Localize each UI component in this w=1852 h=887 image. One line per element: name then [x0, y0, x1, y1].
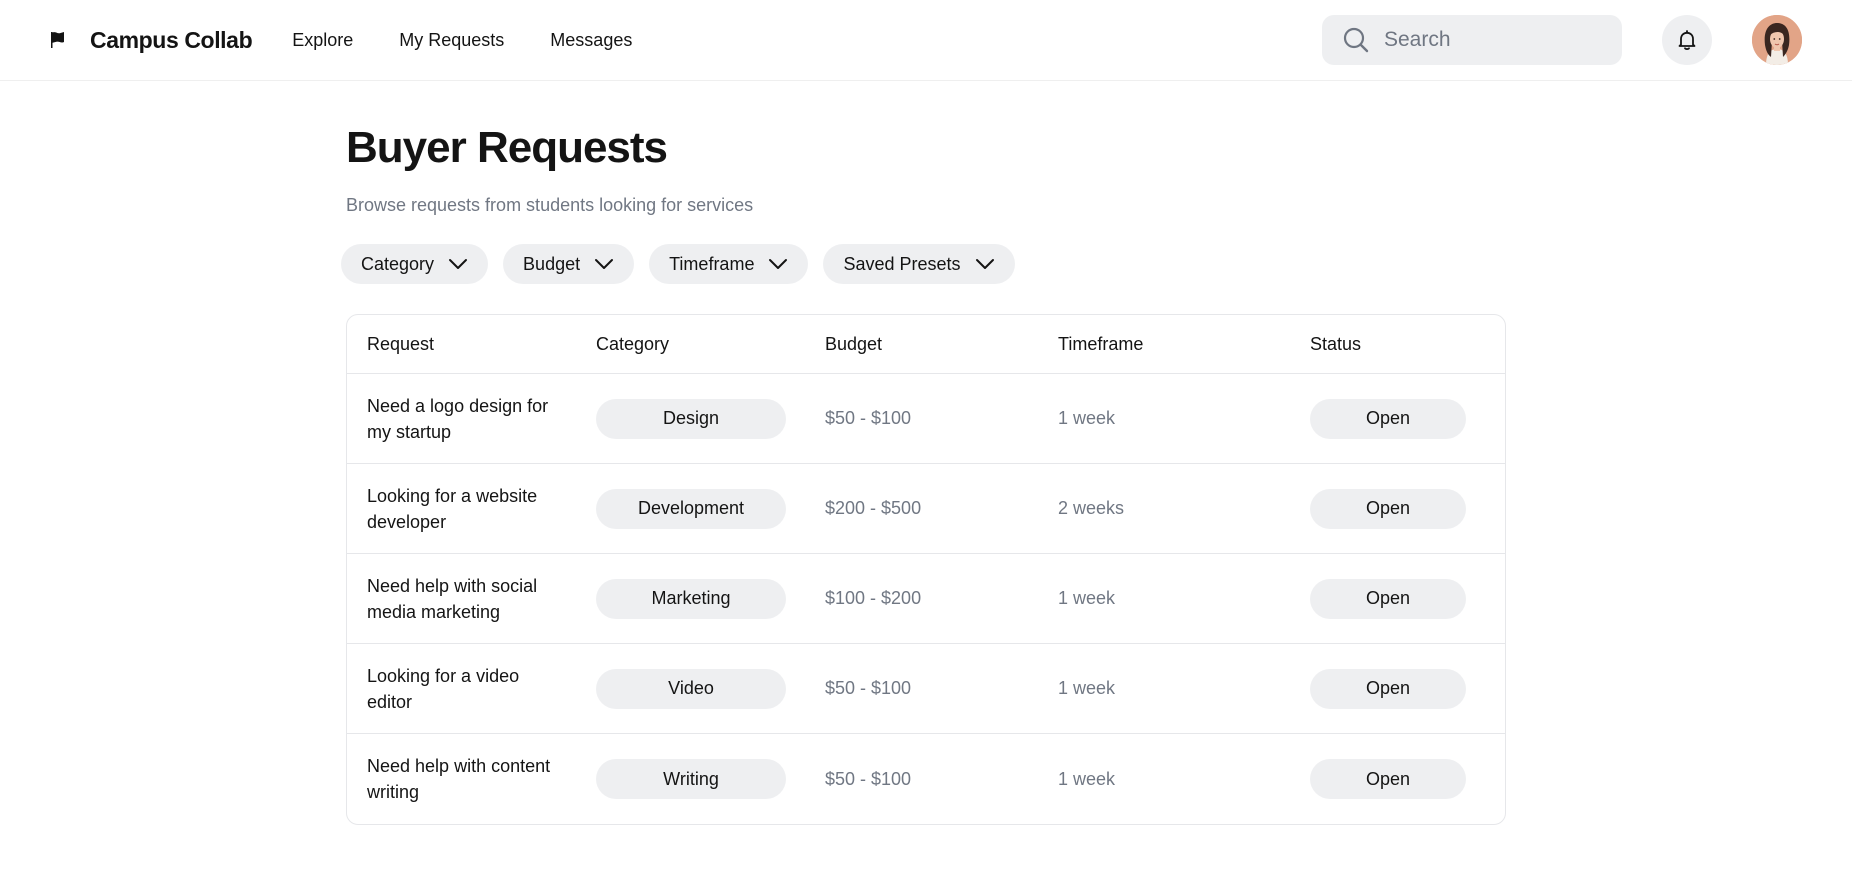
table-row[interactable]: Looking for a website developer Developm… — [347, 464, 1505, 554]
page-subtitle: Browse requests from students looking fo… — [346, 195, 754, 215]
request-title[interactable]: Need a logo design for my startup — [367, 393, 567, 445]
brand-name: Campus Collab — [90, 26, 253, 53]
column-header-category: Category — [596, 333, 670, 354]
budget-value: $50 - $100 — [825, 678, 912, 698]
column-header-timeframe: Timeframe — [1058, 333, 1144, 354]
filter-saved-presets-button[interactable]: Saved Presets — [823, 244, 1015, 284]
status-badge[interactable]: Open — [1310, 759, 1466, 799]
notifications-button[interactable] — [1662, 15, 1712, 65]
timeframe-value: 1 week — [1058, 408, 1116, 428]
status-badge[interactable]: Open — [1310, 578, 1466, 619]
category-tag: Video — [596, 668, 786, 709]
main-content: Buyer Requests Browse requests from stud… — [341, 81, 1506, 825]
top-navbar: Campus Collab Explore My Requests Messag… — [0, 0, 1852, 81]
filter-label: Timeframe — [669, 253, 755, 274]
nav-link-messages[interactable]: Messages — [550, 30, 632, 51]
timeframe-value: 1 week — [1058, 768, 1116, 789]
user-avatar[interactable] — [1752, 15, 1802, 65]
filter-label: Budget — [523, 253, 581, 274]
category-tag: Development — [596, 488, 786, 529]
flag-icon — [48, 30, 68, 50]
chevron-down-icon — [975, 258, 995, 270]
nav-link-my-requests[interactable]: My Requests — [399, 30, 504, 51]
filter-category-button[interactable]: Category — [341, 244, 489, 284]
budget-value: $50 - $100 — [825, 408, 912, 428]
table-row[interactable]: Need help with content writing Writing $… — [347, 734, 1505, 824]
timeframe-value: 2 weeks — [1058, 498, 1125, 518]
chevron-down-icon — [768, 258, 788, 270]
column-header-status: Status — [1310, 333, 1362, 354]
budget-value: $200 - $500 — [825, 498, 922, 518]
chevron-down-icon — [594, 258, 614, 270]
column-header-request: Request — [367, 333, 435, 354]
requests-table: Request Category Budget Timeframe Status… — [346, 314, 1506, 825]
category-tag: Writing — [596, 759, 786, 799]
timeframe-value: 1 week — [1058, 588, 1116, 608]
status-badge[interactable]: Open — [1310, 398, 1466, 439]
filter-timeframe-button[interactable]: Timeframe — [649, 244, 809, 284]
timeframe-value: 1 week — [1058, 678, 1116, 698]
category-tag: Marketing — [596, 578, 786, 619]
category-tag: Design — [596, 398, 786, 439]
table-row[interactable]: Need a logo design for my startup Design… — [347, 374, 1505, 464]
page-title: Buyer Requests — [346, 123, 668, 172]
table-row[interactable]: Need help with social media marketing Ma… — [347, 554, 1505, 644]
request-title[interactable]: Need help with content writing — [367, 753, 567, 805]
budget-value: $100 - $200 — [825, 588, 922, 608]
status-badge[interactable]: Open — [1310, 668, 1466, 709]
main-nav: Explore My Requests Messages — [292, 30, 678, 51]
table-row[interactable]: Looking for a video editor Video $50 - $… — [347, 644, 1505, 734]
filter-label: Saved Presets — [843, 253, 961, 274]
request-title[interactable]: Looking for a video editor — [367, 663, 567, 715]
nav-link-explore[interactable]: Explore — [292, 30, 353, 51]
filter-bar: Category Budget Timeframe Saved Presets — [341, 244, 1506, 284]
search-input[interactable] — [1384, 28, 1604, 52]
budget-value: $50 - $100 — [825, 768, 912, 789]
bell-icon — [1675, 28, 1699, 52]
search-icon — [1342, 26, 1370, 54]
brand[interactable]: Campus Collab — [48, 26, 253, 54]
chevron-down-icon — [448, 258, 468, 270]
table-header: Request Category Budget Timeframe Status — [347, 315, 1505, 374]
search-box[interactable] — [1322, 15, 1622, 65]
column-header-budget: Budget — [825, 333, 883, 354]
status-badge[interactable]: Open — [1310, 488, 1466, 529]
filter-label: Category — [361, 253, 435, 274]
filter-budget-button[interactable]: Budget — [503, 244, 635, 284]
request-title[interactable]: Looking for a website developer — [367, 483, 567, 535]
request-title[interactable]: Need help with social media marketing — [367, 573, 567, 625]
